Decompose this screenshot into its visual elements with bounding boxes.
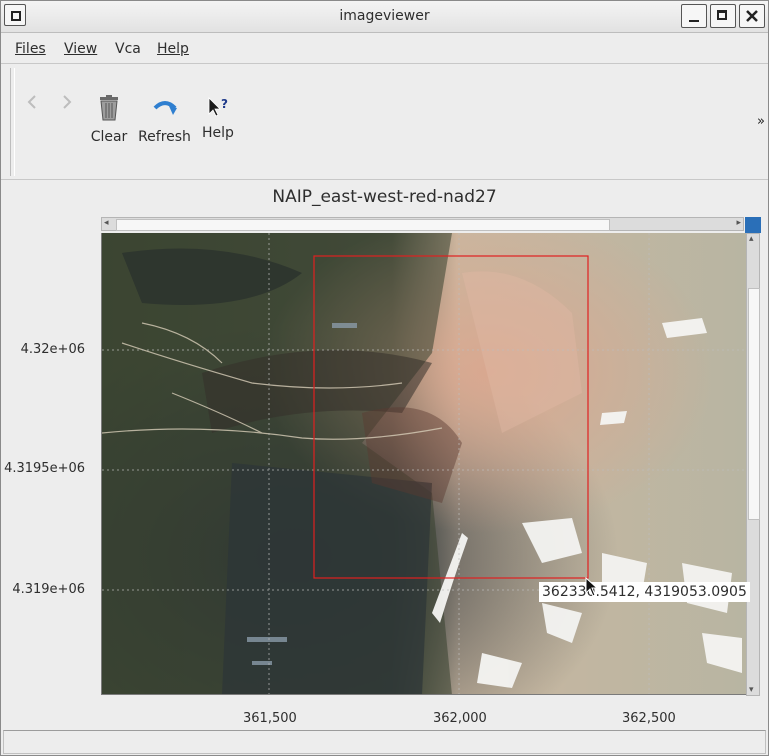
back-button[interactable] xyxy=(26,94,38,115)
scroll-right-icon[interactable]: ▸ xyxy=(736,218,741,228)
scroll-down-icon[interactable]: ▾ xyxy=(749,685,754,695)
horizontal-scroll-thumb[interactable] xyxy=(116,219,610,231)
vertical-scroll-thumb[interactable] xyxy=(748,288,760,520)
refresh-icon xyxy=(153,101,177,115)
maximize-button[interactable] xyxy=(710,4,736,28)
help-label: Help xyxy=(202,125,234,141)
menu-vca[interactable]: Vca xyxy=(115,41,141,57)
y-tick-label: 4.32e+06 xyxy=(20,342,85,357)
scroll-left-icon[interactable]: ◂ xyxy=(104,218,109,228)
scroll-corner xyxy=(745,217,761,233)
horizontal-scrollbar[interactable]: ◂ ▸ xyxy=(101,217,744,231)
map-canvas[interactable] xyxy=(101,233,746,695)
coordinate-tooltip: 362330.5412, 4319053.0905 xyxy=(539,582,750,602)
toolbar: Clear Refresh ? Help » xyxy=(1,64,768,180)
menu-view[interactable]: View xyxy=(64,41,97,57)
trash-icon xyxy=(100,95,118,121)
close-button[interactable] xyxy=(739,4,765,28)
mouse-pointer-icon xyxy=(585,577,599,597)
toolbar-overflow-button[interactable]: » xyxy=(757,114,765,129)
toolbar-grip[interactable] xyxy=(10,68,15,176)
window-title: imageviewer xyxy=(339,8,430,24)
imageviewer-window: imageviewer Files View Vca Help Clear Re… xyxy=(0,0,769,756)
map-title: NAIP_east-west-red-nad27 xyxy=(272,187,497,207)
scroll-up-icon[interactable]: ▴ xyxy=(749,234,754,244)
menu-bar: Files View Vca Help xyxy=(1,33,768,64)
forward-button[interactable] xyxy=(61,94,73,115)
whats-this-icon: ? xyxy=(208,97,228,117)
menu-files[interactable]: Files xyxy=(15,41,46,57)
menu-help[interactable]: Help xyxy=(157,41,189,57)
clear-button[interactable]: Clear xyxy=(89,94,129,145)
x-tick-label: 362,500 xyxy=(622,711,676,726)
refresh-button[interactable]: Refresh xyxy=(137,94,192,145)
close-icon xyxy=(746,10,758,22)
chevron-right-icon xyxy=(63,95,72,109)
help-button[interactable]: ? Help xyxy=(199,96,237,141)
clear-label: Clear xyxy=(90,129,128,145)
x-tick-label: 361,500 xyxy=(243,711,297,726)
status-bar xyxy=(3,730,766,754)
vertical-scrollbar[interactable]: ▴ ▾ xyxy=(746,233,760,696)
y-tick-label: 4.3195e+06 xyxy=(4,461,85,476)
minimize-button[interactable] xyxy=(681,4,707,28)
refresh-label: Refresh xyxy=(138,129,191,145)
svg-text:?: ? xyxy=(221,97,228,111)
chevron-left-icon xyxy=(27,95,36,109)
x-tick-label: 362,000 xyxy=(433,711,487,726)
y-tick-label: 4.319e+06 xyxy=(12,582,85,597)
aerial-image xyxy=(102,233,746,694)
title-bar[interactable]: imageviewer xyxy=(1,1,768,33)
